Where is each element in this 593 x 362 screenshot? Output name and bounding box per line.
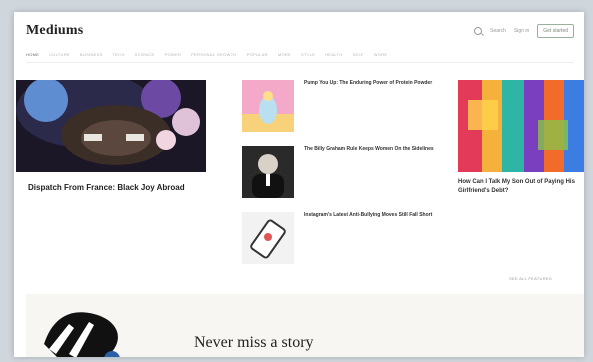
- hero-title[interactable]: Dispatch From France: Black Joy Abroad: [28, 182, 198, 193]
- nav-business[interactable]: BUSINESS: [80, 52, 103, 57]
- mid-story-3[interactable]: Instagram's Latest Anti-Bullying Moves S…: [242, 212, 462, 268]
- top-bar: Mediums Search Sign in Get started: [26, 18, 574, 44]
- search-icon[interactable]: [474, 27, 483, 35]
- nav-health[interactable]: HEALTH: [325, 52, 342, 57]
- nav-tech[interactable]: TECH: [113, 52, 125, 57]
- top-right-actions: Search Sign in Get started: [474, 24, 574, 38]
- portrait-photo-icon: [242, 146, 294, 198]
- nav-work[interactable]: WORK: [374, 52, 388, 57]
- nav-science[interactable]: SCIENCE: [135, 52, 155, 57]
- right-image[interactable]: [458, 80, 584, 172]
- colorful-art-icon: [458, 80, 584, 172]
- mid-title-2[interactable]: The Billy Graham Rule Keeps Women On the…: [304, 146, 454, 153]
- nav-divider: [26, 62, 574, 63]
- mid-story-1[interactable]: Pump You Up: The Enduring Power of Prote…: [242, 80, 462, 136]
- nav-power[interactable]: POWER: [165, 52, 182, 57]
- nav-personal-growth[interactable]: PERSONAL GROWTH: [191, 52, 236, 57]
- hero-image[interactable]: [16, 80, 206, 172]
- mid-thumb-2: [242, 146, 294, 198]
- thumb-art-icon: [242, 80, 294, 132]
- mid-thumb-1: [242, 80, 294, 132]
- nav-popular[interactable]: POPULAR: [247, 52, 268, 57]
- nav-style[interactable]: STYLE: [301, 52, 315, 57]
- nav-self[interactable]: SELF: [353, 52, 364, 57]
- mid-title-1[interactable]: Pump You Up: The Enduring Power of Prote…: [304, 80, 454, 87]
- promo-illustration: [34, 304, 154, 357]
- phone-icon: [242, 212, 294, 264]
- mid-story-2[interactable]: The Billy Graham Rule Keeps Women On the…: [242, 146, 462, 202]
- medium-homepage: Mediums Search Sign in Get started HOME …: [14, 12, 584, 357]
- nav-culture[interactable]: CULTURE: [49, 52, 70, 57]
- right-title[interactable]: How Can I Talk My Son Out of Paying His …: [458, 178, 582, 196]
- get-started-button[interactable]: Get started: [537, 24, 574, 38]
- mid-title-3[interactable]: Instagram's Latest Anti-Bullying Moves S…: [304, 212, 454, 219]
- search-label[interactable]: Search: [490, 28, 506, 34]
- signin-link[interactable]: Sign in: [514, 28, 529, 34]
- nav-more[interactable]: MORE: [278, 52, 291, 57]
- mid-thumb-3: [242, 212, 294, 264]
- hero-art-icon: [16, 80, 206, 172]
- category-nav: HOME CULTURE BUSINESS TECH SCIENCE POWER…: [26, 52, 387, 57]
- see-all-featured-link[interactable]: SEE ALL FEATURED: [509, 276, 552, 281]
- nav-home[interactable]: HOME: [26, 52, 39, 57]
- abstract-art-icon: [44, 312, 120, 357]
- promo-title: Never miss a story: [194, 334, 314, 351]
- logo[interactable]: Mediums: [26, 23, 83, 39]
